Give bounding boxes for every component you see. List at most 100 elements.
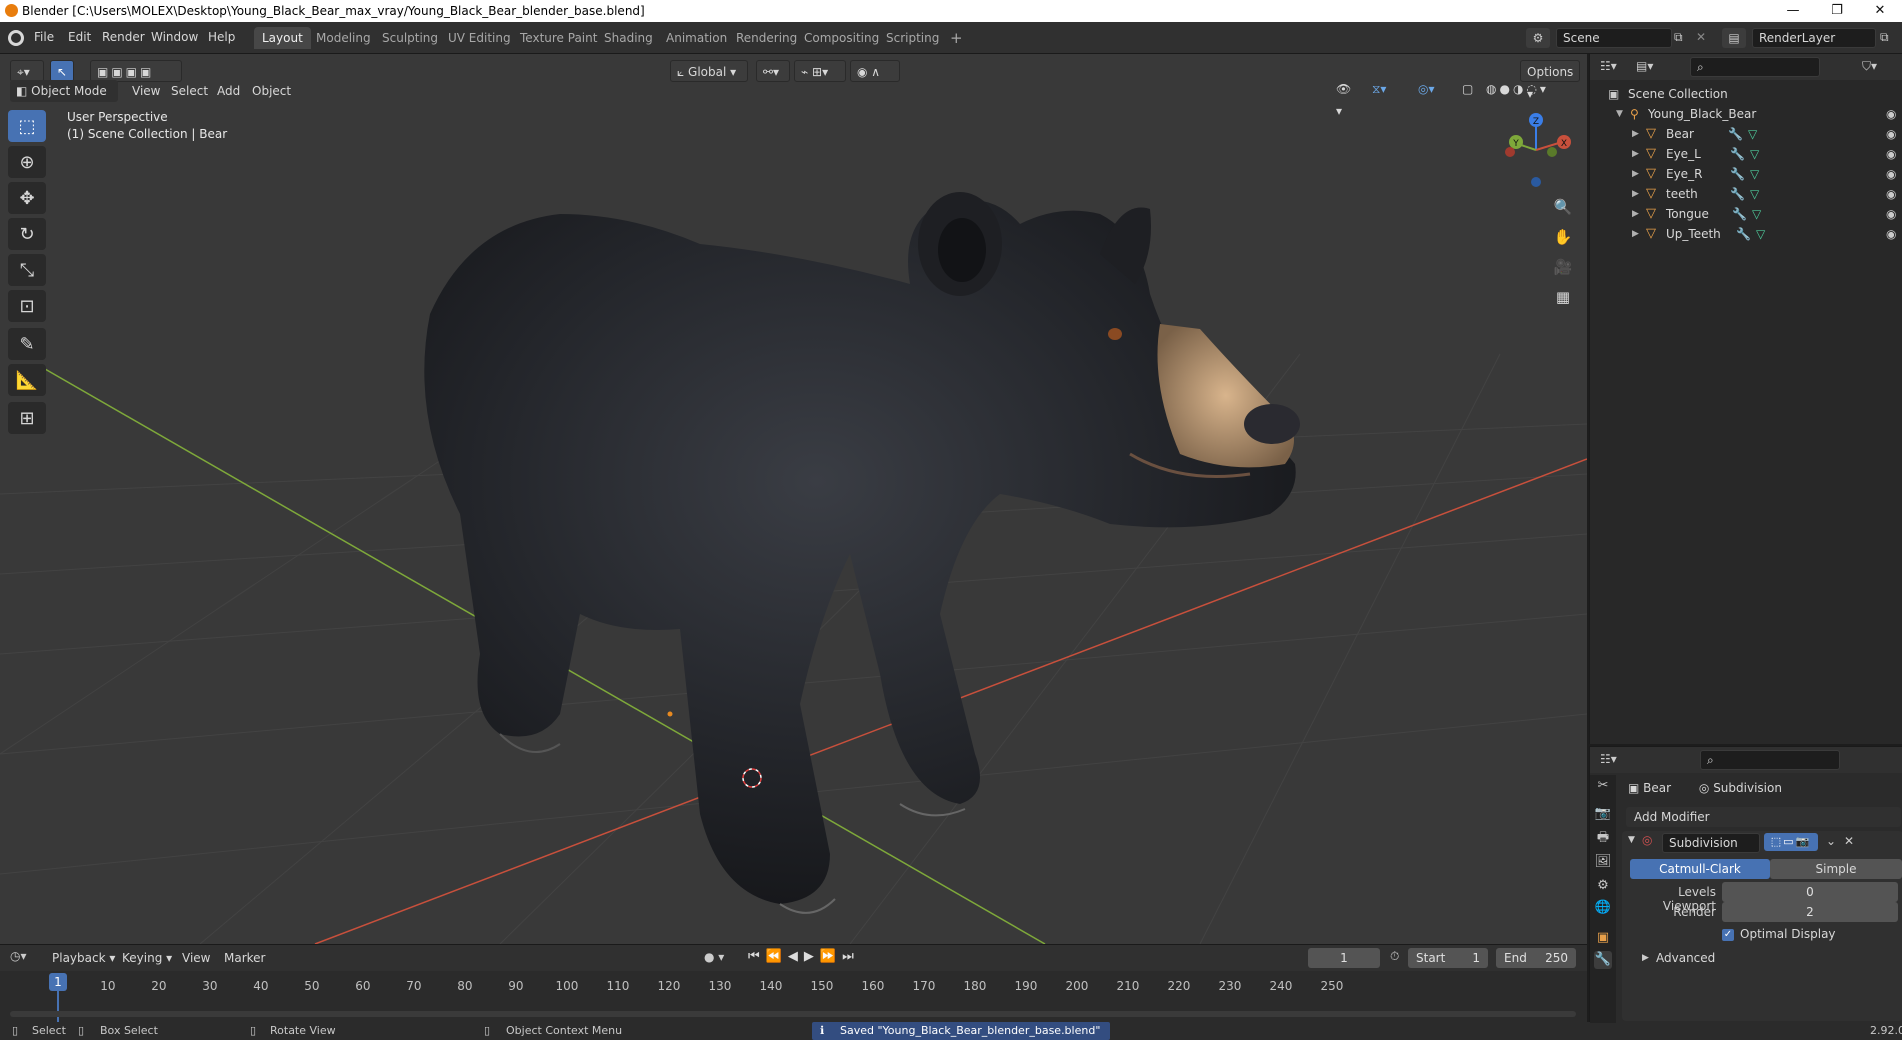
pivot-point-icon[interactable]: ⚯▾ (756, 60, 790, 82)
visibility-icon[interactable]: 👁▾ (1330, 78, 1360, 118)
render-levels-field[interactable]: 2 (1722, 902, 1898, 922)
viewport-menu-add[interactable]: Add (217, 84, 240, 98)
world-tab-icon[interactable]: 🌐 (1594, 899, 1612, 917)
viewport-menu-object[interactable]: Object (252, 84, 291, 98)
expand-right-icon[interactable]: ▶ (1632, 224, 1639, 244)
modifier-wrench-icon[interactable]: 🔧 (1728, 124, 1743, 144)
mesh-data-icon[interactable]: ▽ (1750, 184, 1759, 204)
collapse-panel-icon[interactable]: ▼ (1628, 835, 1635, 845)
modifier-wrench-icon[interactable]: 🔧 (1732, 204, 1747, 224)
object-mode-dropdown[interactable]: ◧ Object Mode ▾ (10, 80, 118, 120)
select-box-tool-icon[interactable]: ⬚ (8, 110, 46, 142)
object-tab-icon[interactable]: ▣ (1594, 929, 1612, 947)
tab-rendering[interactable]: Rendering (728, 27, 805, 49)
remove-modifier-icon[interactable]: ✕ (1844, 834, 1854, 848)
xray-toggle-icon[interactable]: ▢ (1456, 78, 1476, 100)
outliner-editor-type-icon[interactable]: ☷▾ (1600, 59, 1617, 73)
timeline-menu-keying[interactable]: Keying ▾ (122, 951, 172, 965)
levels-viewport-field[interactable]: 0 (1722, 882, 1898, 902)
visibility-eye-icon[interactable]: ◉ (1886, 204, 1896, 224)
menu-file[interactable]: File (34, 30, 54, 44)
preview-range-icon[interactable]: ⏱ (1390, 949, 1399, 964)
modifier-wrench-icon[interactable]: 🔧 (1730, 184, 1745, 204)
camera-view-icon[interactable]: 🎥 (1550, 254, 1576, 280)
close-window-button[interactable]: ✕ (1858, 0, 1902, 22)
selection-mode-icons[interactable]: ▣▣▣▣ (90, 60, 182, 82)
filter-icon[interactable]: ⛉▾ (1862, 59, 1877, 74)
tool-tab-icon[interactable]: ✂ (1594, 777, 1612, 795)
visibility-eye-icon[interactable]: ◉ (1886, 184, 1896, 204)
transform-orientation-dropdown[interactable]: ⟀ Global ▾ (670, 60, 748, 82)
minimize-button[interactable]: — (1771, 0, 1815, 22)
timeline-editor-type-icon[interactable]: ◷▾ (10, 949, 38, 967)
playback-controls-icons[interactable]: ⏮⏪◀▶⏩⏭ (748, 949, 860, 964)
tab-modeling[interactable]: Modeling (308, 27, 379, 49)
measure-tool-icon[interactable]: 📐 (8, 364, 46, 396)
new-scene-icon[interactable]: ⧉ (1674, 30, 1683, 45)
optimal-display-checkbox[interactable]: ✓ (1722, 929, 1734, 941)
view-layer-browse-icon[interactable]: ▤ (1722, 28, 1746, 48)
expand-advanced-icon[interactable]: ▶ (1642, 953, 1649, 963)
tab-uv-editing[interactable]: UV Editing (440, 27, 519, 49)
display-mode-icon[interactable]: ▤▾ (1636, 59, 1653, 73)
expand-right-icon[interactable]: ▶ (1632, 164, 1639, 184)
scene-name-field[interactable]: Scene (1556, 28, 1672, 48)
current-frame-field[interactable]: 1 (1308, 948, 1380, 968)
timeline-editor[interactable]: ◷▾ Playback ▾ Keying ▾ View Marker ● ▾ ⏮… (0, 944, 1587, 1023)
shading-mode-icons[interactable]: ◍●◑◌▾ (1480, 78, 1578, 100)
scene-browse-icon[interactable]: ⚙ (1526, 28, 1550, 48)
playhead[interactable]: 1 (49, 973, 67, 991)
visibility-eye-icon[interactable]: ◉ (1886, 164, 1896, 184)
cursor-tool-icon[interactable]: ⊕ (8, 146, 46, 178)
tab-compositing[interactable]: Compositing (796, 27, 887, 49)
scale-tool-icon[interactable]: ⤡ (8, 254, 46, 286)
end-frame-field[interactable]: End 250 (1496, 948, 1576, 968)
advanced-subpanel-label[interactable]: Advanced (1656, 951, 1715, 965)
menu-edit[interactable]: Edit (68, 30, 91, 44)
modifier-tab-icon[interactable]: 🔧 (1594, 951, 1612, 969)
outliner-search-input[interactable]: ⌕ (1690, 57, 1820, 77)
modifier-wrench-icon[interactable]: 🔧 (1730, 144, 1745, 164)
transform-tool-icon[interactable]: ⊡ (8, 290, 46, 322)
modifier-name-field[interactable]: Subdivision (1662, 833, 1760, 853)
move-tool-icon[interactable]: ✥ (8, 182, 46, 214)
tab-shading[interactable]: Shading (596, 27, 661, 49)
properties-search-input[interactable]: ⌕ (1700, 750, 1840, 770)
expand-right-icon[interactable]: ▶ (1632, 184, 1639, 204)
menu-render[interactable]: Render (102, 30, 145, 44)
render-layer-field[interactable]: RenderLayer (1752, 28, 1876, 48)
tab-animation[interactable]: Animation (658, 27, 735, 49)
scene-tab-icon[interactable]: ⚙ (1594, 877, 1612, 895)
catmull-clark-button[interactable]: Catmull-Clark (1630, 859, 1770, 879)
overlays-toggle-icon[interactable]: ◎▾ (1412, 78, 1448, 100)
gizmo-toggle-icon[interactable]: ⧖▾ (1366, 78, 1402, 100)
proportional-editing-icon[interactable]: ◉ ∧ (850, 60, 900, 82)
maximize-button[interactable]: ❐ (1815, 0, 1859, 22)
tab-scripting[interactable]: Scripting (878, 27, 947, 49)
select-tool-icon[interactable]: ↖ (50, 60, 74, 82)
visibility-eye-icon[interactable]: ◉ (1886, 124, 1896, 144)
timeline-menu-marker[interactable]: Marker (224, 951, 265, 965)
new-view-layer-icon[interactable]: ⧉ (1880, 30, 1889, 45)
visibility-eye-icon[interactable]: ◉ (1886, 144, 1896, 164)
timeline-menu-playback[interactable]: Playback ▾ (52, 951, 115, 965)
tab-texture-paint[interactable]: Texture Paint (512, 27, 605, 49)
outliner[interactable]: ☷▾ ▤▾ ⌕ ⛉▾ ▣ Scene Collection ▼ ⚲ Young_… (1589, 54, 1902, 744)
outliner-item-eye-l[interactable]: ▶ ▽ Eye_L 🔧 ▽ ◉ (1590, 144, 1902, 164)
outliner-item-tongue[interactable]: ▶ ▽ Tongue 🔧 ▽ ◉ (1590, 204, 1902, 224)
tab-sculpting[interactable]: Sculpting (374, 27, 446, 49)
timeline-scrollbar[interactable] (10, 1011, 1576, 1017)
zoom-icon[interactable]: 🔍 (1550, 194, 1576, 220)
output-tab-icon[interactable]: 🖶 (1594, 829, 1612, 847)
view-layer-tab-icon[interactable]: 🖼 (1594, 853, 1612, 871)
outliner-item-bear[interactable]: ▶ ▽ Bear 🔧 ▽ ◉ (1590, 124, 1902, 144)
viewport-menu-select[interactable]: Select (171, 84, 208, 98)
timeline-menu-view[interactable]: View (182, 951, 210, 965)
mesh-data-icon[interactable]: ▽ (1756, 224, 1765, 244)
blender-menu-icon[interactable] (8, 30, 24, 46)
3d-viewport[interactable]: ⌖▾ ↖ ▣▣▣▣ ◧ Object Mode ▾ View Select Ad… (0, 54, 1587, 944)
navigation-gizmo[interactable]: Z X Y (1500, 110, 1580, 190)
visibility-eye-icon[interactable]: ◉ (1886, 104, 1896, 124)
expand-right-icon[interactable]: ▶ (1632, 144, 1639, 164)
auto-keying-icon[interactable]: ● ▾ (704, 950, 724, 964)
